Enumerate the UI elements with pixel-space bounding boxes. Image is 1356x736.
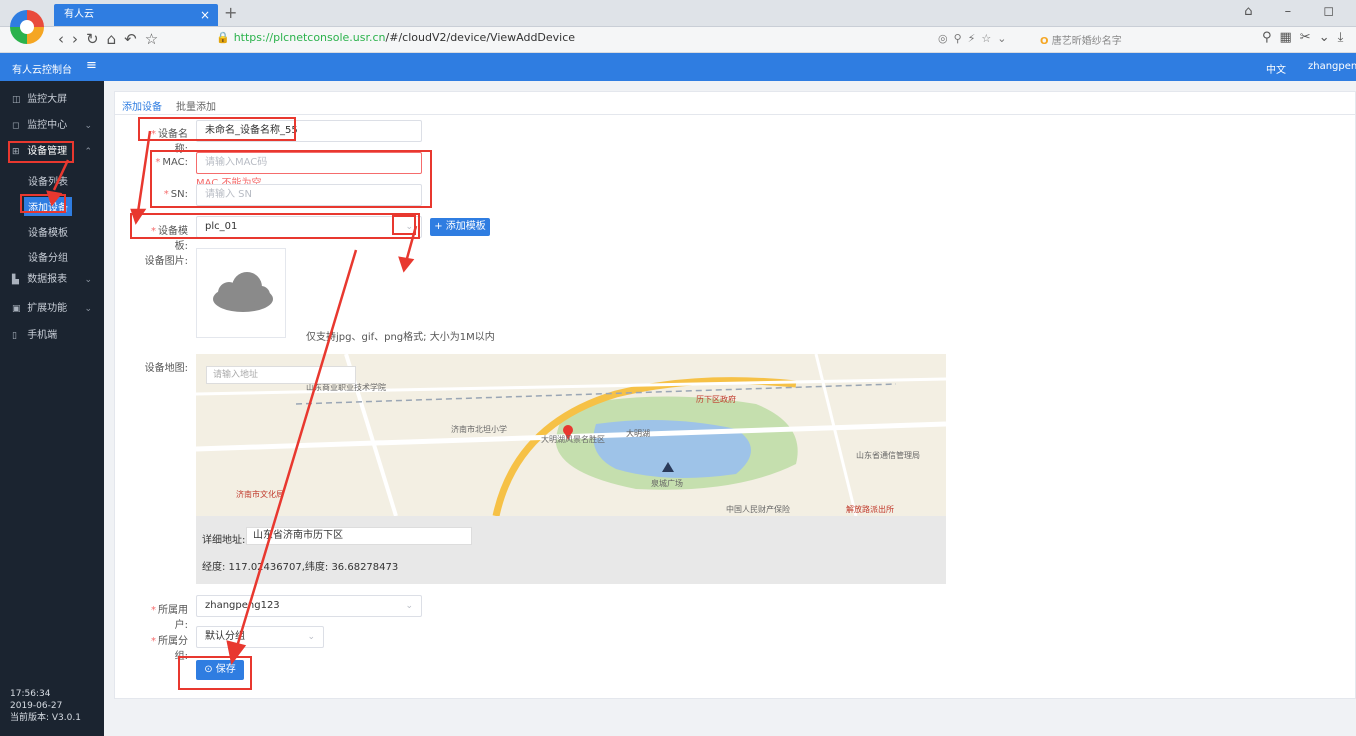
sidebar-subitem-device-list[interactable]: 设备列表 [28, 173, 68, 188]
sidebar-item-extension[interactable]: ▣ 扩展功能 ⌄ [0, 296, 104, 322]
annotation-box [150, 150, 432, 208]
chevron-up-icon: ⌃ [84, 147, 92, 157]
annotation-box [130, 213, 420, 239]
footer-version: 当前版本: V3.0.1 [10, 713, 81, 723]
chevron-down-icon: ⌄ [84, 121, 92, 131]
owner-value: zhangpeng123 [205, 600, 280, 611]
map-label: 设备地图: [144, 363, 188, 374]
footer-date: 2019-06-27 [10, 701, 63, 711]
group-select[interactable]: 默认分组 ⌄ [196, 626, 324, 648]
sidebar-item-label: 数据报表 [27, 274, 68, 285]
monitor-center-icon: ◻ [12, 121, 20, 131]
coordinates-text: 经度: 117.02436707,纬度: 36.68278473 [202, 562, 399, 573]
mobile-icon: ▯ [12, 331, 17, 341]
map-label-text: 山东省通信管理局 [856, 451, 920, 460]
device-map[interactable]: 山东商业职业技术学院 大明湖 济南市北坦小学 大明湖风景名胜区 泉城广场 历下区… [196, 354, 946, 516]
url-field[interactable]: 🔒 https://plcnetconsole.usr.cn/#/cloudV2/… [216, 31, 575, 44]
back-icon: ‹ [58, 30, 72, 48]
map-label-text: 中国人民财产保险 [726, 505, 790, 514]
map-label-text: 泉城广场 [651, 479, 683, 488]
browser-search-box[interactable]: O 唐艺昕婚纱名字 [1040, 32, 1122, 47]
owner-select[interactable]: zhangpeng123 ⌄ [196, 595, 422, 617]
sidebar-item-monitor-screen[interactable]: ◫ 监控大屏 [0, 87, 104, 113]
annotation-box [8, 141, 74, 163]
menu-toggle-icon[interactable]: ≡ [86, 58, 97, 73]
url-path: /#/cloudV2/device/ViewAddDevice [385, 31, 576, 44]
image-upload[interactable] [196, 248, 286, 338]
map-label-text: 大明湖风景名胜区 [541, 435, 605, 444]
sidebar-item-label: 监控中心 [27, 120, 68, 131]
lock-icon: 🔒 [216, 31, 230, 44]
home-icon: ⌂ [106, 30, 125, 48]
sidebar-subitem-device-template[interactable]: 设备模板 [28, 224, 68, 239]
extension-icon: ▣ [12, 304, 21, 314]
annotation-box [20, 194, 66, 213]
browser-logo-icon [10, 10, 44, 44]
nav-buttons[interactable]: ‹›↻⌂↶☆ [58, 30, 166, 48]
url-host: https://plcnetconsole.usr.cn [233, 31, 386, 44]
star-icon: ☆ [144, 30, 167, 48]
map-label-text: 解放路派出所 [846, 505, 894, 514]
sidebar-footer: 17:56:34 2019-06-27 当前版本: V3.0.1 [10, 688, 81, 724]
group-value: 默认分组 [205, 631, 245, 642]
sidebar-item-monitor-center[interactable]: ◻ 监控中心 ⌄ [0, 113, 104, 139]
app-header: 有人云控制台 ≡ 中文 zhangpen [0, 53, 1356, 81]
monitor-screen-icon: ◫ [12, 95, 21, 105]
window-controls[interactable]: ⌂ – ◻ [1244, 4, 1348, 19]
browser-tools[interactable]: ⚲▦✂⌄⤓ [1262, 30, 1351, 45]
map-label-text: 历下区政府 [696, 395, 736, 404]
sidebar-subitem-device-group[interactable]: 设备分组 [28, 249, 68, 264]
undo-icon: ↶ [124, 30, 145, 48]
annotation-box [178, 656, 252, 690]
map-label-text: 济南市文化局 [236, 490, 284, 499]
data-report-icon: ▙ [12, 275, 19, 285]
sidebar: ◫ 监控大屏 ◻ 监控中心 ⌄ ⊞ 设备管理 ⌃ 设备列表 添加设备 设备模板 … [0, 81, 104, 736]
image-label: 设备图片: [144, 256, 188, 267]
add-template-button[interactable]: + 添加模板 [430, 218, 490, 236]
reload-icon: ↻ [86, 30, 107, 48]
sidebar-item-data-report[interactable]: ▙ 数据报表 ⌄ [0, 267, 104, 293]
search-engine-icon: O [1040, 36, 1049, 47]
chevron-down-icon: ⌄ [84, 275, 92, 285]
image-format-hint: 仅支持jpg、gif、png格式; 大小为1M以内 [306, 332, 495, 343]
sidebar-item-label: 监控大屏 [27, 94, 68, 105]
browser-tabbar: 有人云 × + ⌂ – ◻ [0, 0, 1356, 27]
address-label: 详细地址: [202, 535, 246, 546]
sidebar-item-label: 手机端 [27, 330, 58, 341]
annotation-box [138, 117, 296, 141]
search-hint: 唐艺昕婚纱名字 [1051, 36, 1122, 47]
chevron-down-icon: ⌄ [307, 632, 315, 642]
sidebar-item-label: 扩展功能 [27, 303, 68, 314]
address-input[interactable]: 山东省济南市历下区 [246, 527, 472, 545]
map-label-text: 大明湖 [626, 429, 650, 438]
chevron-down-icon: ⌄ [84, 304, 92, 314]
cloud-upload-icon [213, 272, 273, 312]
new-tab-button[interactable]: + [224, 3, 237, 22]
browser-addressbar: ‹›↻⌂↶☆ 🔒 https://plcnetconsole.usr.cn/#/c… [0, 27, 1356, 53]
tab-title: 有人云 [64, 9, 94, 20]
map-footer: 详细地址: 山东省济南市历下区 经度: 117.02436707,纬度: 36.… [196, 516, 946, 584]
app-title[interactable]: 有人云控制台 [12, 61, 72, 76]
sidebar-item-mobile[interactable]: ▯ 手机端 [0, 323, 104, 349]
map-search-input[interactable]: 请输入地址 [206, 366, 356, 384]
tab-bar: 添加设备 批量添加 [114, 91, 1356, 115]
annotation-box [392, 215, 416, 235]
user-menu[interactable]: zhangpen [1308, 61, 1356, 72]
browser-tab[interactable]: 有人云 × [54, 4, 218, 26]
footer-time: 17:56:34 [10, 689, 51, 699]
tab-batch-add[interactable]: 批量添加 [176, 98, 216, 113]
tab-add-device[interactable]: 添加设备 [122, 98, 162, 113]
address-actions[interactable]: ◎⚲⚡☆⌄ [938, 32, 1012, 45]
forward-icon: › [72, 30, 86, 48]
language-switch[interactable]: 中文 [1266, 61, 1286, 76]
chevron-down-icon: ⌄ [405, 601, 413, 611]
owner-label: * 所属用户: [151, 605, 188, 631]
close-tab-icon[interactable]: × [200, 4, 210, 26]
map-label-text: 济南市北坦小学 [451, 425, 507, 434]
